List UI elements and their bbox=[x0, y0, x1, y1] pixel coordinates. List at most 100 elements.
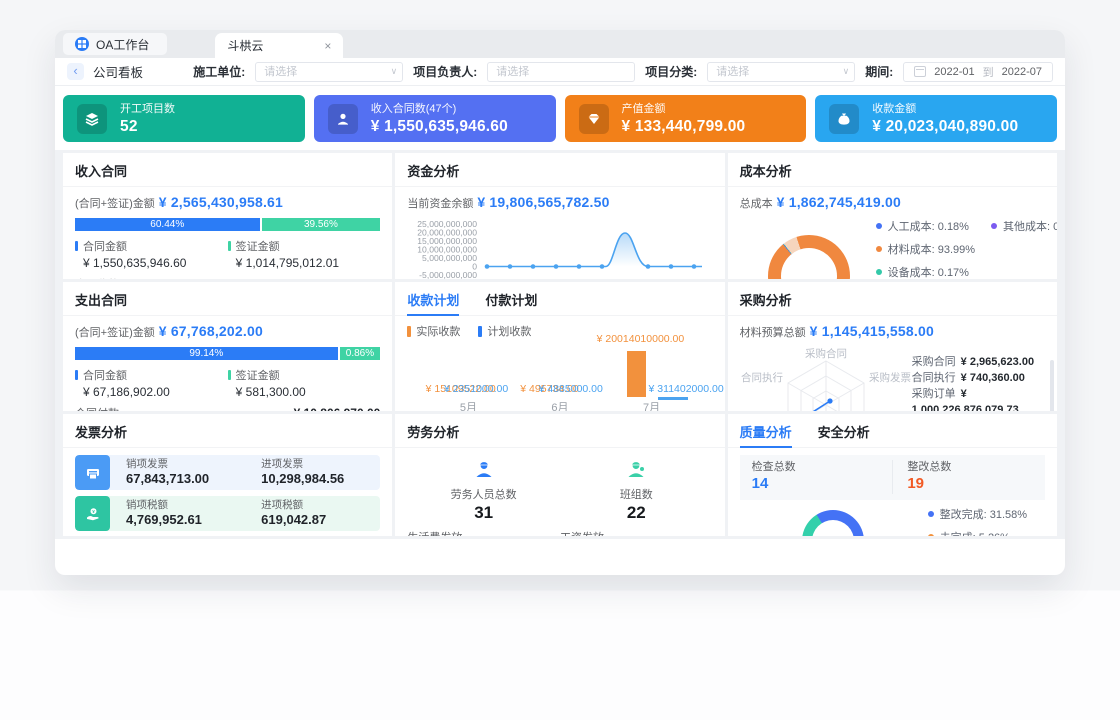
close-icon[interactable]: × bbox=[324, 39, 331, 53]
filter-unit-input[interactable] bbox=[255, 62, 403, 82]
filter-category-label: 项目分类: bbox=[645, 63, 697, 80]
kpi-income-contracts[interactable]: 收入合同数(47个)¥ 1,550,635,946.60 bbox=[314, 95, 556, 142]
tab-strip: OA工作台 斗栱云 × bbox=[55, 30, 1065, 58]
filter-category-input[interactable] bbox=[707, 62, 855, 82]
filter-manager-select[interactable] bbox=[487, 62, 635, 82]
purchase-radar-chart[interactable]: 采购合同 采购发票 付款登记 采购入库 采购订单 合同执行 bbox=[740, 347, 912, 411]
kpi-output-value[interactable]: 产值金额¥ 133,440,799.00 bbox=[565, 95, 807, 142]
filter-category-select[interactable]: ∨ bbox=[707, 62, 855, 82]
funds-line-chart[interactable]: 25,000,000,000 20,000,000,000 15,000,000… bbox=[407, 218, 707, 279]
radar-axis-label: 合同执行 bbox=[741, 371, 783, 384]
panel-funds-analysis: 资金分析 当前资金余额 ¥ 19,806,565,782.50 25,000,00… bbox=[395, 153, 724, 279]
contract-amount-label: 合同金额 bbox=[83, 238, 127, 254]
legend-dot bbox=[876, 223, 882, 229]
quality-donut-chart[interactable] bbox=[802, 510, 864, 536]
kpi-started-projects[interactable]: 开工项目数52 bbox=[63, 95, 305, 142]
contract-amount-segment[interactable]: 99.14% bbox=[75, 347, 338, 360]
tab-safety[interactable]: 安全分析 bbox=[818, 422, 870, 441]
panel-title: 资金分析 bbox=[395, 153, 724, 187]
calendar-icon bbox=[914, 66, 926, 77]
contract-amount-segment[interactable]: 60.44% bbox=[75, 218, 260, 231]
legend-marker bbox=[75, 241, 78, 251]
visa-amount-segment[interactable]: 0.86% bbox=[340, 347, 381, 360]
back-button[interactable]: ‹ bbox=[67, 63, 84, 80]
panel-plans: 收款计划 付款计划 实际收款 计划收款 ¥ 15109522.00 ¥ 2351… bbox=[395, 282, 724, 411]
period-range-picker[interactable]: 2022-01 到 2022-07 bbox=[903, 62, 1053, 82]
contract-receipt-label: 合同收款 bbox=[75, 276, 119, 279]
visa-amount-label: 签证金额 bbox=[236, 238, 280, 254]
panel-title: 采购分析 bbox=[728, 282, 1057, 316]
budget-label: 材料预算总额 bbox=[740, 327, 806, 339]
legend-dot bbox=[928, 511, 934, 517]
tab-receive-plan[interactable]: 收款计划 bbox=[407, 290, 459, 309]
panel-title: 成本分析 bbox=[728, 153, 1057, 187]
legend-dot bbox=[876, 246, 882, 252]
legend-item: 人工成本: 0.18% bbox=[888, 218, 969, 234]
visa-amount-value: ¥ 1,014,795,012.01 bbox=[236, 256, 381, 270]
panel-title: 收入合同 bbox=[63, 153, 392, 187]
legend-marker bbox=[478, 326, 482, 337]
rectify-total-stat: 整改总数 19 bbox=[892, 460, 1033, 494]
invoice-row-output: 销项发票67,843,713.00 进项发票10,298,984.56 bbox=[75, 455, 380, 490]
legend-planned: 计划收款 bbox=[487, 323, 531, 339]
cost-total-label: 总成本 bbox=[740, 198, 773, 210]
planned-label-jul: ¥ 311402000.00 bbox=[649, 383, 724, 395]
cost-legend: 人工成本: 0.18% 其他成本: 0.01% 材料成本: 93.99% 设备成… bbox=[876, 218, 1057, 279]
funds-balance-value: ¥ 19,806,565,782.50 bbox=[477, 194, 609, 210]
hand-coin-icon: ¥ bbox=[75, 496, 110, 531]
scrollbar[interactable] bbox=[1050, 360, 1054, 411]
funds-balance-label: 当前资金余额 bbox=[407, 198, 473, 210]
y-tick: -5,000,000,000 bbox=[420, 270, 478, 279]
panel-title: 支出合同 bbox=[63, 282, 392, 316]
contract-payment-label: 合同付款 bbox=[75, 405, 119, 411]
income-split-bar: 60.44% 39.56% bbox=[75, 218, 380, 231]
cost-donut-chart[interactable] bbox=[768, 235, 850, 280]
quality-stats-band: 检查总数 14 整改总数 19 bbox=[740, 455, 1045, 500]
wage-stat: 工资发放 ¥ 82,611.00 bbox=[560, 529, 713, 536]
expense-total-value: ¥ 67,768,202.00 bbox=[159, 323, 263, 339]
kpi-collections[interactable]: 收款金额¥ 20,023,040,890.00 bbox=[815, 95, 1057, 142]
person-badge-icon bbox=[328, 104, 358, 134]
filter-manager-input[interactable] bbox=[487, 62, 635, 82]
labor-team-stat: 班组数 22 bbox=[560, 457, 713, 524]
legend-marker bbox=[75, 370, 78, 380]
tab-label: 斗栱云 bbox=[227, 37, 263, 54]
panel-income-contract: 收入合同 (合同+签证)金额¥ 2,565,430,958.61 60.44% … bbox=[63, 153, 392, 279]
period-start[interactable]: 2022-01 bbox=[934, 66, 974, 78]
panel-quality-safety: 质量分析 安全分析 检查总数 14 整改总数 19 整改 bbox=[728, 414, 1057, 536]
invoice-printer-icon bbox=[75, 455, 110, 490]
contract-receipt-value: ¥ 20,023,040,890.00 bbox=[270, 277, 380, 279]
actual-bar-jul[interactable] bbox=[627, 351, 646, 397]
panel-purchase-analysis: 采购分析 材料预算总额¥ 1,145,415,558.00 bbox=[728, 282, 1057, 411]
contract-payment-value: ¥ 10,806,970.00 bbox=[294, 406, 381, 411]
plans-bar-chart[interactable]: ¥ 15109522.00 ¥ 2351000.00 ¥ 495734.00 ¥… bbox=[407, 339, 712, 411]
tab-oa-workbench[interactable]: OA工作台 bbox=[63, 33, 167, 55]
legend-marker bbox=[228, 370, 231, 380]
legend-item: 整改完成: 31.58% bbox=[940, 506, 1027, 522]
stat-row: 采购合同¥ 2,965,623.00 bbox=[912, 355, 1035, 371]
filter-unit-select[interactable]: ∨ bbox=[255, 62, 403, 82]
check-total-stat: 检查总数 14 bbox=[752, 460, 893, 494]
layers-icon bbox=[77, 104, 107, 134]
team-icon bbox=[624, 470, 648, 484]
legend-item: 材料成本: 93.99% bbox=[888, 241, 975, 257]
tab-pay-plan[interactable]: 付款计划 bbox=[485, 290, 537, 309]
stat-row: 合同执行¥ 740,360.00 bbox=[912, 371, 1035, 387]
money-bag-icon bbox=[829, 104, 859, 134]
period-end[interactable]: 2022-07 bbox=[1002, 66, 1042, 78]
panel-labor-analysis: 劳务分析 劳务人员总数 31 bbox=[395, 414, 724, 536]
svg-text:¥: ¥ bbox=[92, 509, 95, 514]
tab-quality[interactable]: 质量分析 bbox=[740, 422, 792, 441]
purchase-stats: 采购合同¥ 2,965,623.00 合同执行¥ 740,360.00 采购订单… bbox=[912, 347, 1045, 411]
living-allowance-stat: 生活费发放 ¥ 244,684.00 bbox=[407, 529, 560, 536]
income-total-value: ¥ 2,565,430,958.61 bbox=[159, 194, 283, 210]
planned-label-may: ¥ 2351000.00 bbox=[444, 383, 508, 395]
visa-amount-segment[interactable]: 39.56% bbox=[262, 218, 381, 231]
kpi-label: 收入合同数(47个) bbox=[371, 103, 457, 115]
quality-legend: 整改完成: 31.58% 未完成: 5.26% 已逾期: 63.16% bbox=[928, 506, 1027, 536]
legend-dot bbox=[991, 223, 997, 229]
y-tick: 5,000,000,000 bbox=[422, 253, 477, 263]
tab-dougong-cloud[interactable]: 斗栱云 × bbox=[215, 33, 343, 58]
filter-unit-label: 施工单位: bbox=[193, 63, 245, 80]
legend-item: 未完成: 5.26% bbox=[940, 529, 1010, 536]
